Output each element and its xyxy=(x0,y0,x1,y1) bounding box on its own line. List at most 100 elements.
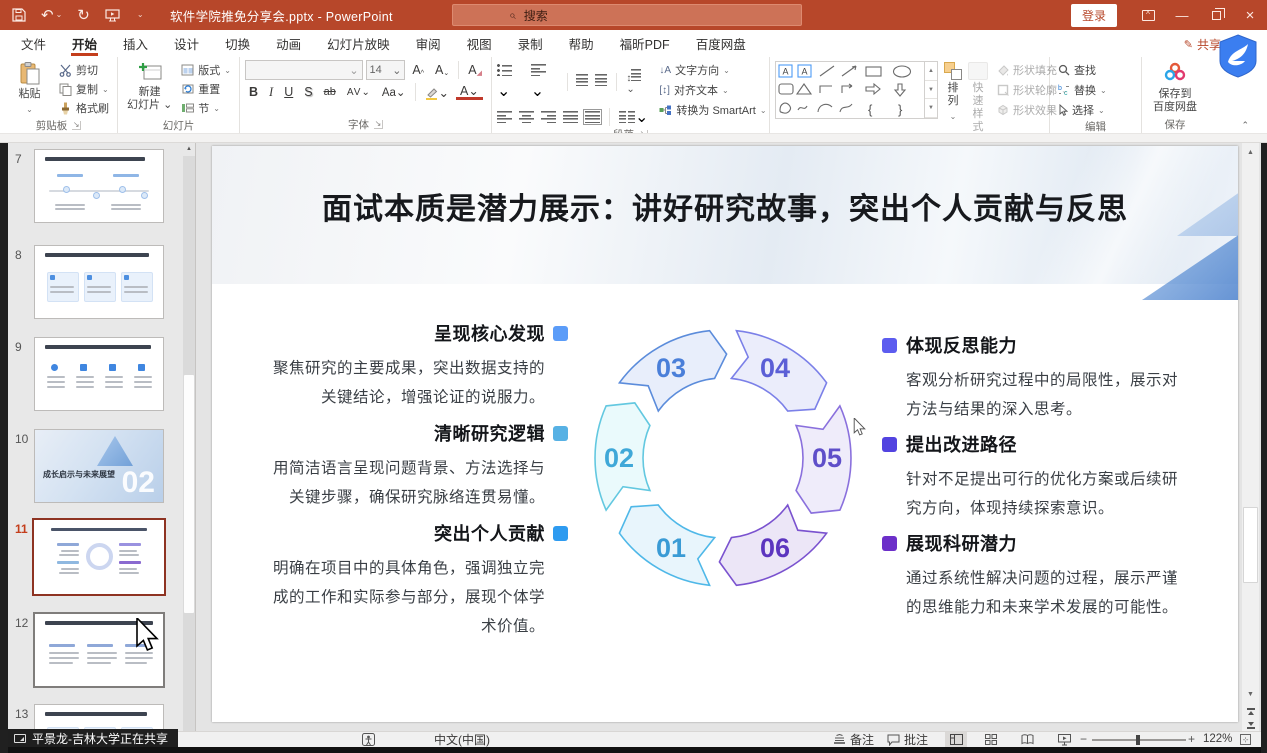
current-slide[interactable]: 面试本质是潜力展示：讲好研究故事，突出个人贡献与反思 呈现核心发现 聚焦研究的主… xyxy=(212,146,1238,722)
fit-slide-to-window-button[interactable]: ⊹ xyxy=(1240,734,1251,745)
zoom-slider-handle[interactable] xyxy=(1136,735,1140,745)
comments-button[interactable]: 批注 xyxy=(887,732,928,747)
ribbon-display-options-button[interactable]: ^ xyxy=(1131,0,1165,30)
sidebar-scroll-up-icon[interactable]: ▲ xyxy=(183,143,195,156)
right-text-column[interactable]: 体现反思能力 客观分析研究过程中的局限性，展示对方法与结果的深入思考。 提出改进… xyxy=(906,334,1192,631)
font-color-button[interactable]: A⌄ xyxy=(456,85,483,100)
copy-button[interactable]: 复制⌄ xyxy=(56,80,112,98)
shape-outline-button[interactable]: 形状轮廓⌄ xyxy=(994,81,1071,99)
shape-effects-button[interactable]: 形状效果⌄ xyxy=(994,101,1071,119)
save-to-baidu-netdisk-button[interactable]: 保存到百度网盘 xyxy=(1147,60,1203,114)
arrange-button[interactable]: 排列⌄ xyxy=(944,60,962,123)
decrease-font-size-button[interactable]: A⌄ xyxy=(431,62,453,78)
new-slide-button[interactable]: 新建幻灯片 ⌄ xyxy=(123,60,176,112)
zoom-in-button[interactable]: + xyxy=(1188,732,1195,746)
justify-button[interactable] xyxy=(563,111,578,123)
zoom-level[interactable]: 122% xyxy=(1203,733,1232,745)
highlight-color-button[interactable]: ⌄ xyxy=(421,84,453,101)
slide-sorter-view-button[interactable] xyxy=(980,732,1002,747)
section-button[interactable]: 节⌄ xyxy=(178,99,234,117)
layout-button[interactable]: 版式⌄ xyxy=(178,61,234,79)
sidebar-scrollbar-thumb[interactable] xyxy=(184,375,194,613)
scroll-down-icon[interactable]: ▼ xyxy=(1242,687,1259,702)
sidebar-scrollbar[interactable]: ▲ xyxy=(183,143,195,731)
accessibility-checker-icon[interactable] xyxy=(362,732,375,747)
convert-to-smartart-button[interactable]: 转换为 SmartArt⌄ xyxy=(656,101,769,119)
tab-animations[interactable]: 动画 xyxy=(263,30,314,57)
strikethrough-button[interactable]: ab xyxy=(320,85,340,99)
bold-button[interactable]: B xyxy=(245,84,262,100)
clipboard-dialog-launcher-icon[interactable]: ↘ xyxy=(72,121,81,130)
tab-help[interactable]: 帮助 xyxy=(556,30,607,57)
slideshow-view-button[interactable] xyxy=(1053,732,1075,747)
reading-view-button[interactable] xyxy=(1016,732,1038,747)
left-text-column[interactable]: 呈现核心发现 聚焦研究的主要成果，突出数据支持的关键结论，增强论证的说服力。 清… xyxy=(269,322,545,651)
text-shadow-button[interactable]: S xyxy=(300,84,316,100)
tab-file[interactable]: 文件 xyxy=(8,30,59,57)
login-button[interactable]: 登录 xyxy=(1071,4,1117,27)
text-direction-button[interactable]: ↓A 文字方向⌄ xyxy=(656,61,769,79)
format-painter-button[interactable]: 格式刷 xyxy=(56,99,112,117)
slide-thumbnail-11-selected[interactable] xyxy=(35,521,163,593)
tab-slideshow[interactable]: 幻灯片放映 xyxy=(314,30,403,57)
slide-title[interactable]: 面试本质是潜力展示：讲好研究故事，突出个人贡献与反思 xyxy=(212,184,1238,228)
font-name-select[interactable]: ⌄ xyxy=(245,60,363,80)
search-input[interactable]: ⌕ 搜索 xyxy=(452,4,802,26)
language-status[interactable]: 中文(中国) xyxy=(434,732,490,747)
tab-transitions[interactable]: 切换 xyxy=(212,30,263,57)
slide-thumbnail-10[interactable]: 02 成长启示与未来展望 xyxy=(35,430,163,502)
reset-button[interactable]: 重置 xyxy=(178,80,234,98)
tab-baidu-netdisk[interactable]: 百度网盘 xyxy=(683,30,759,57)
normal-view-button[interactable] xyxy=(945,732,967,747)
baidu-netdisk-logo-icon[interactable] xyxy=(1215,33,1261,79)
character-spacing-button[interactable]: AV⌄ xyxy=(343,86,375,99)
slide-thumbnail-9[interactable] xyxy=(35,338,163,410)
previous-slide-button[interactable] xyxy=(1242,705,1259,718)
collapse-ribbon-icon[interactable]: ⌃ xyxy=(1241,120,1249,131)
slide-thumbnail-7[interactable] xyxy=(35,150,163,222)
save-icon[interactable] xyxy=(12,8,26,22)
tab-foxit-pdf[interactable]: 福昕PDF xyxy=(607,30,683,57)
increase-font-size-button[interactable]: A^ xyxy=(408,62,428,78)
main-scrollbar[interactable]: ▲ ▼ xyxy=(1242,143,1259,731)
minimize-button[interactable]: — xyxy=(1165,0,1199,30)
columns-button[interactable]: ⌄ xyxy=(619,107,648,127)
customize-qat-icon[interactable]: ⌄ xyxy=(135,11,144,19)
change-case-button[interactable]: Aa⌄ xyxy=(378,84,410,100)
decrease-indent-button[interactable] xyxy=(576,73,588,91)
font-dialog-launcher-icon[interactable]: ↘ xyxy=(374,120,383,129)
paste-button[interactable]: 粘贴⌄ xyxy=(5,60,54,116)
cut-button[interactable]: 剪切 xyxy=(56,61,112,79)
undo-icon[interactable]: ↶⌄ xyxy=(41,8,62,23)
align-center-button[interactable] xyxy=(519,111,534,123)
shapes-gallery[interactable]: A A xyxy=(775,61,938,119)
tab-home[interactable]: 开始 xyxy=(59,30,110,57)
scrollbar-thumb[interactable] xyxy=(1243,507,1258,583)
distribute-text-button[interactable] xyxy=(585,111,600,123)
font-size-select[interactable]: 14⌄ xyxy=(366,60,406,80)
notes-button[interactable]: 备注 xyxy=(833,732,874,747)
italic-button[interactable]: I xyxy=(265,84,277,101)
scroll-up-icon[interactable]: ▲ xyxy=(1242,145,1259,160)
align-left-button[interactable] xyxy=(497,111,512,123)
increase-indent-button[interactable] xyxy=(595,73,607,91)
numbering-button[interactable]: ⌄ xyxy=(531,63,558,101)
align-text-button[interactable]: [↕] 对齐文本⌄ xyxy=(656,81,769,99)
slide-thumbnail-8[interactable] xyxy=(35,246,163,318)
clear-formatting-button[interactable]: A◢ xyxy=(464,62,486,78)
line-spacing-button[interactable]: ↕⌄ xyxy=(626,69,648,95)
align-right-button[interactable] xyxy=(541,111,556,123)
redo-icon[interactable]: ↻ xyxy=(77,8,90,23)
start-slideshow-icon[interactable] xyxy=(105,9,120,22)
restore-button[interactable] xyxy=(1199,0,1233,30)
tab-insert[interactable]: 插入 xyxy=(110,30,161,57)
underline-button[interactable]: U xyxy=(280,84,297,100)
shapes-gallery-scroll[interactable]: ▲▼▼ xyxy=(924,62,937,118)
bullets-button[interactable]: ⌄ xyxy=(497,63,524,101)
zoom-out-button[interactable]: − xyxy=(1080,732,1087,746)
tab-design[interactable]: 设计 xyxy=(161,30,212,57)
close-button[interactable]: × xyxy=(1233,0,1267,30)
cycle-diagram[interactable]: 01 02 03 04 05 06 xyxy=(573,308,873,608)
slide-thumbnail-13[interactable] xyxy=(35,705,163,731)
tab-review[interactable]: 审阅 xyxy=(403,30,454,57)
